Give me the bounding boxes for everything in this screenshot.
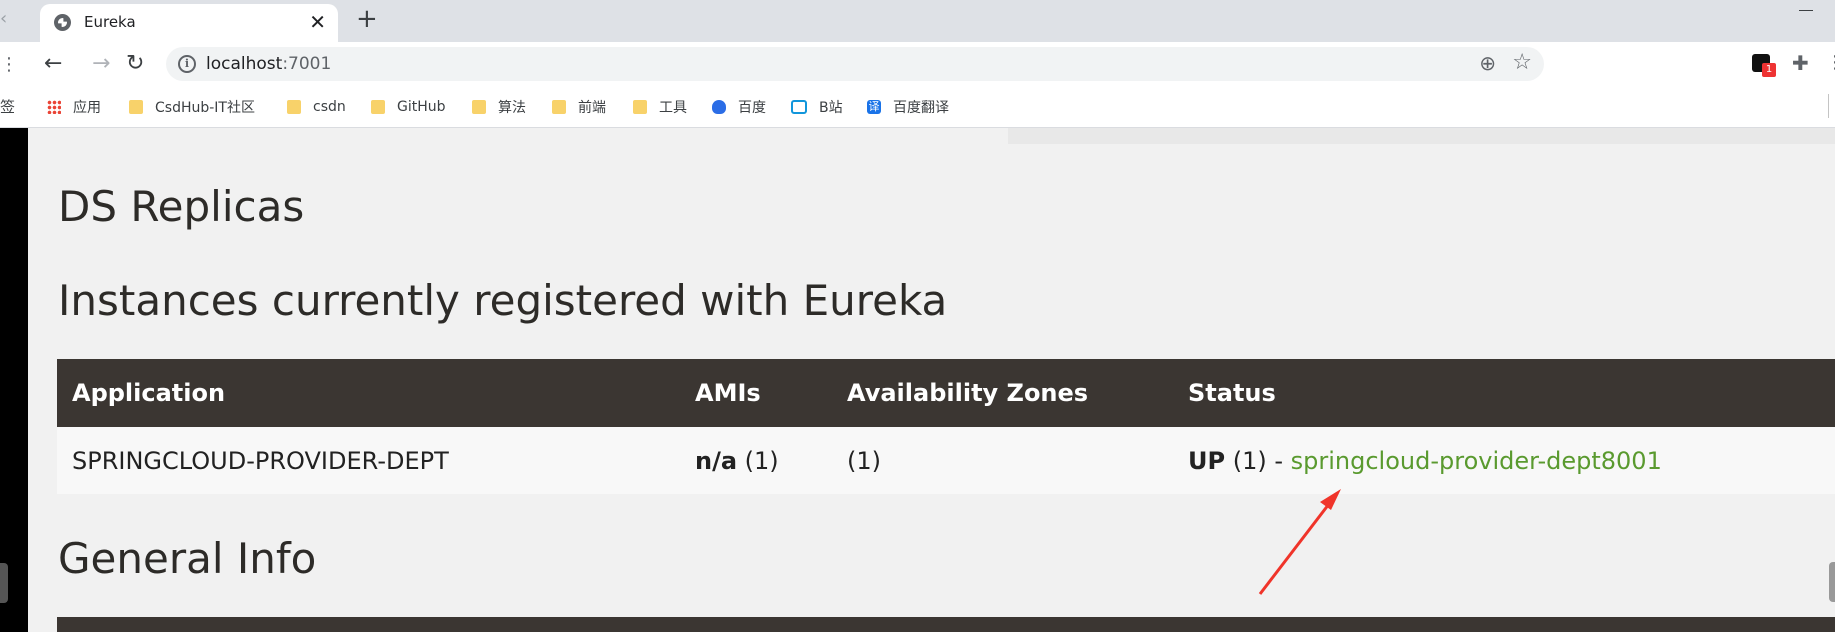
arrow-head — [1320, 489, 1341, 510]
annotation-arrow — [1258, 489, 1341, 595]
arrow-shaft — [1258, 499, 1334, 595]
